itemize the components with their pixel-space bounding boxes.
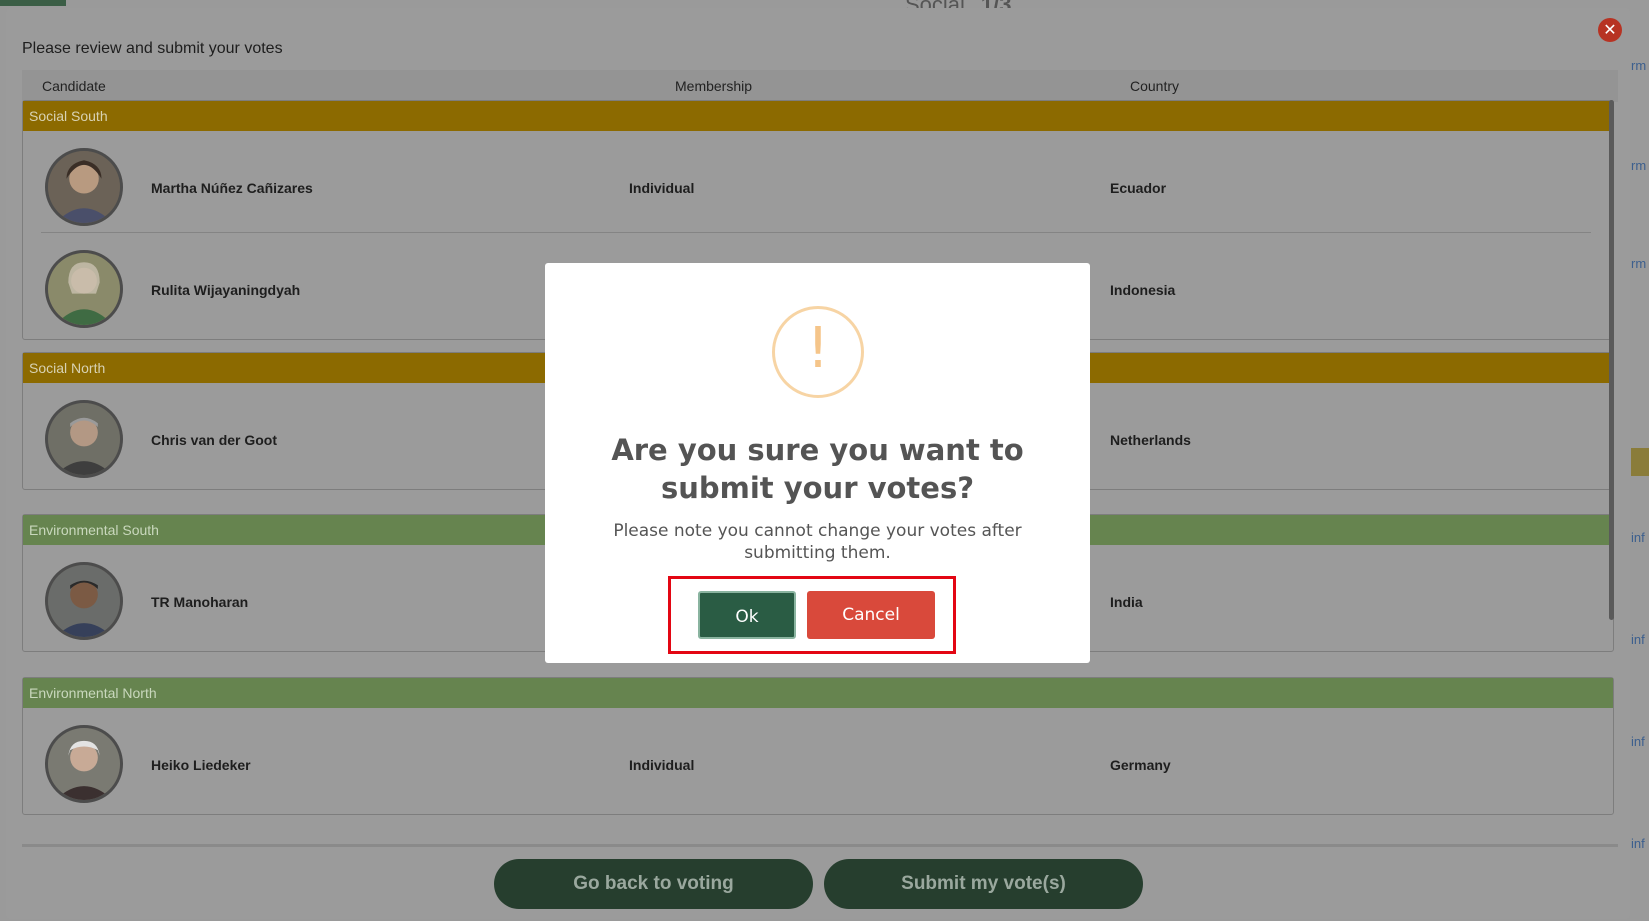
cancel-button[interactable]: Cancel [807,591,935,639]
avatar [45,725,123,803]
candidate-country: India [1110,594,1143,610]
background-link: rm [1631,158,1647,173]
table-header: Candidate Membership Country [22,70,1618,102]
avatar [45,400,123,478]
candidate-country: Indonesia [1110,282,1176,298]
candidate-name: Martha Núñez Cañizares [151,180,313,196]
background-logo [0,0,66,6]
dialog-message: Please note you cannot change your votes… [613,521,1022,563]
warning-icon: ! [772,306,864,398]
background-link: inf [1631,734,1645,749]
background-link: rm [1631,256,1647,271]
candidate-membership: Individual [629,180,695,196]
background-link: inf [1631,632,1645,647]
avatar [45,148,123,226]
candidate-name: Rulita Wijayaningdyah [151,282,301,298]
table-row: Heiko Liedeker Individual Germany [23,708,1613,810]
go-back-to-voting-button[interactable]: Go back to voting [494,859,813,909]
background-link: inf [1631,836,1645,851]
group-header: Social South [23,101,1613,131]
warning-icon-mark: ! [806,316,830,381]
group-environmental-north: Environmental North Heiko Liedeker Indiv… [22,677,1614,815]
background-group-bar [1631,448,1649,476]
candidate-name: Heiko Liedeker [151,757,251,773]
group-header: Environmental North [23,678,1613,708]
close-icon[interactable]: ✕ [1598,18,1622,42]
candidate-name: Chris van der Goot [151,432,278,448]
confirm-submit-dialog: ! Are you sure you want to submit your v… [545,263,1090,663]
column-header-country: Country [1130,78,1180,94]
submit-votes-button[interactable]: Submit my vote(s) [824,859,1143,909]
candidate-country: Ecuador [1110,180,1167,196]
table-row: Martha Núñez Cañizares Individual Ecuado… [23,131,1613,233]
background-link: inf [1631,530,1645,545]
modal-title: Please review and submit your votes [22,40,283,57]
column-header-membership: Membership [675,78,753,94]
column-header-candidate: Candidate [42,78,106,94]
scrollbar[interactable] [1609,100,1614,620]
candidate-country: Germany [1110,757,1171,773]
divider [22,844,1618,847]
background-link: rm [1631,58,1647,73]
ok-button[interactable]: Ok [698,591,796,639]
candidate-name: TR Manoharan [151,594,249,610]
candidate-country: Netherlands [1110,432,1191,448]
avatar [45,562,123,640]
dialog-title: Are you sure you want to submit your vot… [611,433,1024,505]
avatar [45,250,123,328]
candidate-membership: Individual [629,757,695,773]
